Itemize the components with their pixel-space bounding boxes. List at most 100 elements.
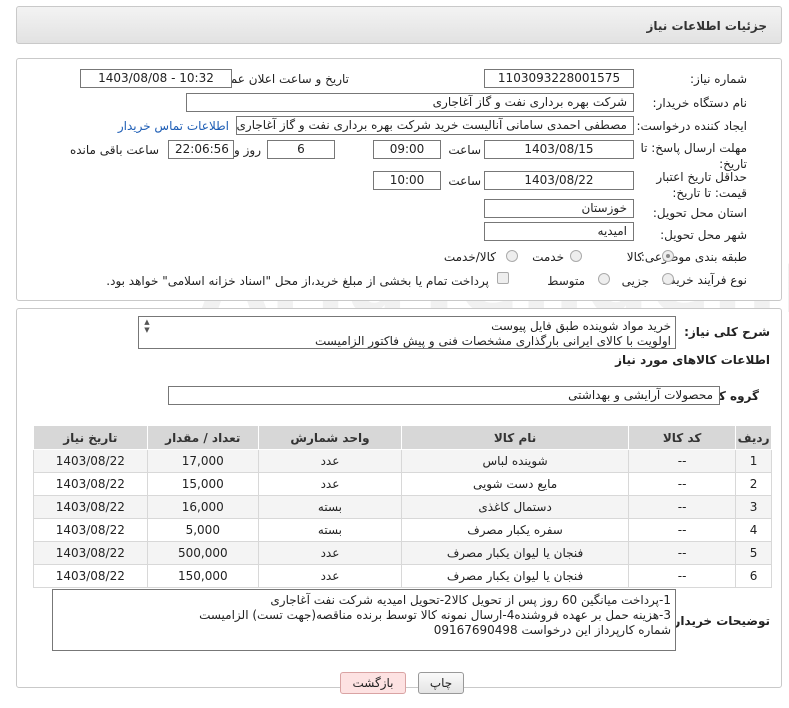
back-button[interactable]: بازگشت <box>340 672 406 694</box>
category-goods-label: کالا <box>626 250 643 264</box>
purchase-minor-radio[interactable] <box>662 273 674 285</box>
requester-field: مصطفی احمدی سامانی آنالیست خرید شرکت بهر… <box>236 116 634 135</box>
cell-code: -- <box>628 495 737 519</box>
cell-date: 1403/08/22 <box>33 495 148 519</box>
treasury-bonds-note: پرداخت تمام یا بخشی از مبلغ خرید،از محل … <box>106 274 489 288</box>
category-goods-service-radio[interactable] <box>506 250 518 262</box>
buyer-notes-line-1: 1-پرداخت میانگین 60 روز پس از تحویل کالا… <box>270 593 671 607</box>
cell-unit: عدد <box>257 449 403 473</box>
cell-unit: بسته <box>257 518 403 542</box>
page-title: جزئیات اطلاعات نیاز <box>646 19 767 33</box>
cell-qty: 500,000 <box>146 541 259 565</box>
general-desc-text: خرید مواد شوینده طبق فایل پیوست اولویت ب… <box>151 319 671 348</box>
category-label: طبقه بندی موضوعی: <box>640 250 747 264</box>
buyer-notes-box: 1-پرداخت میانگین 60 روز پس از تحویل کالا… <box>52 589 676 651</box>
delivery-city-field: امیدیه <box>484 222 634 241</box>
cell-code: -- <box>628 449 737 473</box>
cell-qty: 17,000 <box>146 449 259 473</box>
category-goods-radio[interactable] <box>662 250 674 262</box>
col-code-header: کد کالا <box>628 425 737 450</box>
cell-unit: بسته <box>257 495 403 519</box>
reply-deadline-date-field: 1403/08/15 <box>484 140 634 159</box>
treasury-bonds-checkbox[interactable] <box>497 272 509 284</box>
scroll-down-icon[interactable]: ▼ <box>142 326 152 334</box>
general-desc-line-1: خرید مواد شوینده طبق فایل پیوست <box>491 319 671 333</box>
time-remaining-field: 22:06:56 <box>168 140 234 159</box>
delivery-province-label: استان محل تحویل: <box>652 206 747 220</box>
cell-unit: عدد <box>257 564 403 588</box>
col-name-header: نام کالا <box>400 425 630 450</box>
table-header-row: ردیف کد کالا نام کالا واحد شمارش تعداد /… <box>33 425 772 450</box>
cell-row: 6 <box>735 564 772 588</box>
delivery-city-label: شهر محل تحویل: <box>660 228 747 242</box>
category-goods-service-label: کالا/خدمت <box>443 250 496 264</box>
table-row: 5 -- فنجان یا لیوان یکبار مصرف عدد 500,0… <box>33 541 772 565</box>
cell-row: 5 <box>735 541 772 565</box>
time-remaining-label: ساعت باقی مانده <box>69 143 159 157</box>
cell-qty: 15,000 <box>146 472 259 496</box>
goods-group-field: محصولات آرایشی و بهداشتی <box>168 386 720 405</box>
cell-name: سفره یکبار مصرف <box>400 518 630 542</box>
price-validity-date-field: 1403/08/22 <box>484 171 634 190</box>
price-validity-time-label: ساعت <box>448 174 481 188</box>
need-number-label: شماره نیاز: <box>690 72 747 86</box>
buyer-org-label: نام دستگاه خریدار: <box>652 96 748 110</box>
category-service-label: خدمت <box>532 250 564 264</box>
delivery-province-field: خوزستان <box>484 199 634 218</box>
cell-date: 1403/08/22 <box>33 449 148 473</box>
buyer-notes-line-2: 3-هزینه حمل بر عهده فروشنده4-ارسال نمونه… <box>199 608 671 622</box>
scroll-up-icon[interactable]: ▲ <box>142 318 152 326</box>
page-header: جزئیات اطلاعات نیاز <box>16 6 782 44</box>
table-row: 3 -- دستمال کاغذی بسته 16,000 1403/08/22 <box>33 495 772 519</box>
purchase-type-label: نوع فرآیند خرید : <box>662 273 747 287</box>
cell-row: 2 <box>735 472 772 496</box>
buyer-notes-text: 1-پرداخت میانگین 60 روز پس از تحویل کالا… <box>61 593 671 638</box>
col-unit-header: واحد شمارش <box>257 425 403 450</box>
print-button[interactable]: چاپ <box>418 672 464 694</box>
cell-date: 1403/08/22 <box>33 541 148 565</box>
purchase-medium-label: متوسط <box>547 274 585 288</box>
col-date-header: تاریخ نیاز <box>33 425 148 450</box>
category-service-radio[interactable] <box>570 250 582 262</box>
table-row: 2 -- مایع دست شویی عدد 15,000 1403/08/22 <box>33 472 772 496</box>
cell-date: 1403/08/22 <box>33 472 148 496</box>
cell-code: -- <box>628 564 737 588</box>
price-validity-label: حداقل تاریخ اعتبار قیمت: تا تاریخ: <box>656 170 747 200</box>
cell-name: فنجان یا لیوان یکبار مصرف <box>400 564 630 588</box>
cell-name: مایع دست شویی <box>400 472 630 496</box>
goods-section-title: اطلاعات کالاهای مورد نیاز <box>615 353 770 367</box>
cell-name: شوینده لباس <box>400 449 630 473</box>
requester-label: ایجاد کننده درخواست: <box>636 119 747 133</box>
buyer-contact-link[interactable]: اطلاعات تماس خریدار <box>118 119 229 133</box>
cell-row: 4 <box>735 518 772 542</box>
cell-code: -- <box>628 472 737 496</box>
buyer-org-field: شرکت بهره برداری نفت و گاز آغاجاری <box>186 93 634 112</box>
cell-date: 1403/08/22 <box>33 518 148 542</box>
reply-deadline-time-label: ساعت <box>448 143 481 157</box>
table-row: 1 -- شوینده لباس عدد 17,000 1403/08/22 <box>33 449 772 473</box>
col-qty-header: تعداد / مقدار <box>146 425 259 450</box>
col-row-header: ردیف <box>735 425 772 450</box>
cell-row: 3 <box>735 495 772 519</box>
price-validity-time-field: 10:00 <box>373 171 441 190</box>
cell-date: 1403/08/22 <box>33 564 148 588</box>
purchase-medium-radio[interactable] <box>598 273 610 285</box>
table-row: 6 -- فنجان یا لیوان یکبار مصرف عدد 150,0… <box>33 564 772 588</box>
reply-deadline-label: مهلت ارسال پاسخ: تا تاریخ: <box>640 141 747 171</box>
cell-unit: عدد <box>257 541 403 565</box>
general-desc-textarea[interactable]: خرید مواد شوینده طبق فایل پیوست اولویت ب… <box>138 316 676 349</box>
buyer-notes-label: توضیحات خریدار: <box>668 614 770 628</box>
cell-row: 1 <box>735 449 772 473</box>
days-label: روز و <box>234 143 261 157</box>
purchase-minor-label: جزیی <box>621 274 649 288</box>
cell-code: -- <box>628 541 737 565</box>
general-desc-label: شرح کلی نیاز: <box>684 325 770 339</box>
cell-code: -- <box>628 518 737 542</box>
cell-name: دستمال کاغذی <box>400 495 630 519</box>
reply-deadline-time-field: 09:00 <box>373 140 441 159</box>
cell-unit: عدد <box>257 472 403 496</box>
announce-datetime-field: 1403/08/08 - 10:32 <box>80 69 232 88</box>
cell-qty: 16,000 <box>146 495 259 519</box>
table-row: 4 -- سفره یکبار مصرف بسته 5,000 1403/08/… <box>33 518 772 542</box>
items-table: ردیف کد کالا نام کالا واحد شمارش تعداد /… <box>33 425 772 588</box>
